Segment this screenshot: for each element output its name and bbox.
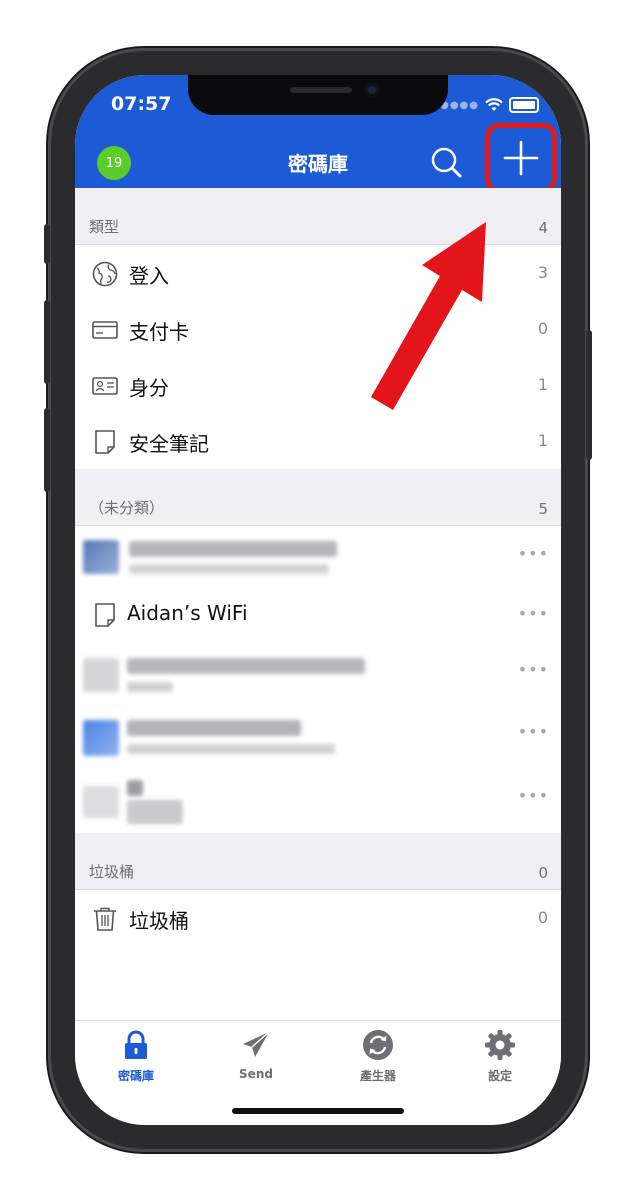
- list-item-blurred-4[interactable]: •••: [75, 768, 561, 832]
- section-count: 4: [538, 219, 548, 237]
- tab-send[interactable]: Send: [196, 1029, 316, 1081]
- blurred-subtitle: [129, 564, 329, 574]
- item-label: 身分: [129, 376, 169, 400]
- notch: [188, 75, 448, 115]
- lock-icon: [125, 1030, 147, 1059]
- tab-label: 產生器: [359, 1069, 396, 1083]
- note-icon: [95, 430, 115, 454]
- note-icon: [95, 603, 115, 627]
- list-item-card[interactable]: 支付卡 0: [75, 301, 561, 357]
- list-item-blurred-2[interactable]: •••: [75, 642, 561, 704]
- section-header-trash: 垃圾桶 0: [75, 833, 561, 890]
- list-item-blurred-1[interactable]: •••: [75, 526, 561, 586]
- tab-vault[interactable]: 密碼庫: [76, 1029, 196, 1084]
- app-screen: 07:57 ●●●● 19 密碼庫 類型 4 登入 3 支付卡 0 身分 1 安…: [75, 75, 561, 1125]
- trash-icon: [94, 907, 116, 931]
- blurred-title: [129, 541, 337, 557]
- vault-list: 類型 4 登入 3 支付卡 0 身分 1 安全筆記 1 （未分類） 5 ••• …: [75, 188, 561, 1025]
- add-item-button[interactable]: [485, 123, 557, 193]
- item-label: 支付卡: [129, 320, 189, 344]
- item-label: Aidan’s WiFi: [127, 601, 248, 625]
- list-item-trash[interactable]: 垃圾桶 0: [75, 890, 561, 946]
- blurred-subtitle: [127, 800, 183, 824]
- item-count: 0: [537, 319, 548, 338]
- tab-settings[interactable]: 設定: [440, 1029, 560, 1084]
- blurred-subtitle: [127, 744, 335, 754]
- item-count: 1: [537, 431, 548, 450]
- list-item-secure-note[interactable]: 安全筆記 1: [75, 413, 561, 469]
- tab-label: 密碼庫: [117, 1069, 154, 1083]
- front-camera: [365, 83, 379, 97]
- item-label: 登入: [129, 264, 169, 288]
- search-button[interactable]: [427, 143, 467, 183]
- blurred-subtitle: [127, 682, 173, 692]
- list-item-wifi[interactable]: Aidan’s WiFi •••: [75, 586, 561, 642]
- item-count: 1: [537, 375, 548, 394]
- phone-side-button: [44, 224, 50, 264]
- search-icon: [431, 147, 462, 178]
- section-label: （未分類）: [89, 499, 165, 517]
- item-count: 3: [537, 263, 548, 282]
- status-icons: ●●●●: [440, 97, 539, 113]
- tab-bar: 密碼庫 Send 產生器 設定: [75, 1020, 561, 1125]
- section-count: 0: [538, 864, 548, 882]
- gear-icon: [485, 1030, 515, 1060]
- tab-label: Send: [239, 1067, 273, 1081]
- tab-generator[interactable]: 產生器: [318, 1029, 438, 1084]
- item-label: 安全筆記: [129, 432, 209, 456]
- phone-volume-up: [44, 300, 50, 384]
- list-item-blurred-3[interactable]: •••: [75, 704, 561, 768]
- more-options-button[interactable]: •••: [518, 544, 549, 563]
- card-icon: [92, 321, 118, 339]
- section-header-uncategorized: （未分類） 5: [75, 469, 561, 526]
- refresh-icon: [363, 1030, 393, 1060]
- more-options-button[interactable]: •••: [518, 660, 549, 679]
- blurred-title: [127, 658, 365, 674]
- more-options-button[interactable]: •••: [518, 604, 549, 623]
- speaker-grille: [290, 87, 352, 93]
- phone-power-button: [586, 330, 592, 460]
- plus-icon: [503, 140, 539, 176]
- home-indicator: [232, 1108, 404, 1114]
- blurred-icon: [83, 658, 119, 692]
- status-time: 07:57: [111, 93, 172, 115]
- section-header-types: 類型 4: [75, 188, 561, 245]
- wifi-icon: [485, 98, 503, 111]
- section-label: 垃圾桶: [89, 863, 135, 881]
- section-count: 5: [538, 500, 548, 518]
- blurred-title: [127, 780, 143, 796]
- blurred-title: [127, 720, 301, 736]
- item-label: 垃圾桶: [129, 909, 189, 933]
- phone-volume-down: [44, 408, 50, 492]
- blurred-icon: [83, 720, 119, 756]
- more-options-button[interactable]: •••: [518, 786, 549, 805]
- item-count: 0: [537, 908, 548, 927]
- more-options-button[interactable]: •••: [518, 722, 549, 741]
- signal-icon: ●●●●: [440, 99, 479, 111]
- blurred-icon: [83, 786, 119, 818]
- section-label: 類型: [89, 218, 120, 236]
- paper-plane-icon: [243, 1031, 270, 1057]
- globe-icon: [92, 261, 118, 287]
- tab-label: 設定: [487, 1069, 512, 1083]
- blurred-icon: [83, 540, 119, 574]
- battery-icon: [509, 97, 539, 113]
- list-item-identity[interactable]: 身分 1: [75, 357, 561, 413]
- id-card-icon: [92, 377, 118, 395]
- list-item-login[interactable]: 登入 3: [75, 245, 561, 301]
